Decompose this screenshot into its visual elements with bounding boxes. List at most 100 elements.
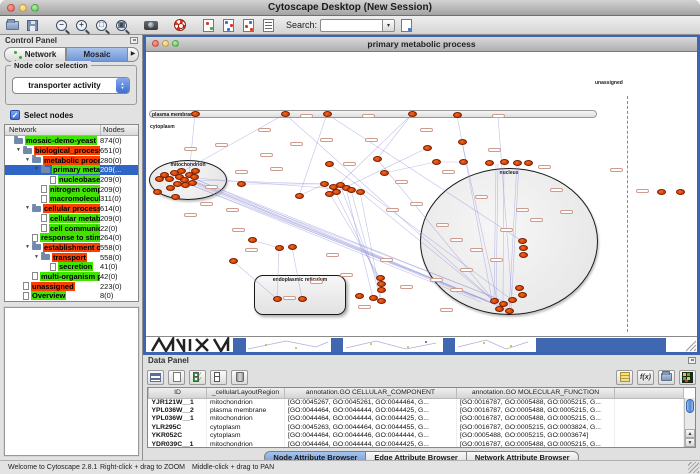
table-row[interactable]: YDR039C__1mitochondrion[GO:0044464, GO:0… bbox=[149, 440, 684, 448]
network-node[interactable] bbox=[423, 145, 432, 151]
network-node[interactable] bbox=[657, 189, 666, 195]
network-node[interactable] bbox=[325, 161, 334, 167]
tree-row[interactable]: mosaic-demo-yeast874(0) bbox=[5, 136, 138, 146]
expander-icon[interactable]: ▼ bbox=[25, 156, 32, 165]
save-session-icon[interactable] bbox=[24, 17, 41, 33]
scrollbar-thumb[interactable] bbox=[686, 399, 694, 413]
expander-icon[interactable]: ▼ bbox=[25, 243, 32, 252]
scroll-up-icon[interactable]: ▲ bbox=[685, 429, 695, 438]
network-node[interactable] bbox=[273, 296, 282, 302]
network-node[interactable] bbox=[676, 189, 685, 195]
tree-row[interactable]: secretion41(0) bbox=[5, 262, 138, 272]
table-row[interactable]: YKR052Ccytoplasm[GO:0044464, GO:0044446,… bbox=[149, 432, 684, 440]
select-attributes-icon[interactable]: ✓✓ bbox=[189, 370, 206, 385]
delete-attribute-icon[interactable] bbox=[231, 370, 248, 385]
network-node[interactable] bbox=[518, 238, 527, 244]
network-node[interactable] bbox=[355, 293, 364, 299]
network-node[interactable] bbox=[380, 170, 389, 176]
tree-row[interactable]: ▼establishment of lo558(0) bbox=[5, 243, 138, 253]
network-node[interactable] bbox=[458, 139, 467, 145]
table-row[interactable]: YJR121W__1mitochondrion[GO:0045267, GO:0… bbox=[149, 398, 684, 406]
tree-row[interactable]: response to stimulu264(0) bbox=[5, 233, 138, 243]
tree-row[interactable]: macromolecule311(0) bbox=[5, 194, 138, 204]
tree-row[interactable]: ▼biological_process651(0) bbox=[5, 146, 138, 156]
network-view-titlebar[interactable]: primary metabolic process bbox=[146, 37, 697, 52]
network-node[interactable] bbox=[298, 296, 307, 302]
network-node[interactable] bbox=[432, 159, 441, 165]
snapshot-camera-icon[interactable] bbox=[142, 17, 159, 33]
expander-icon[interactable]: ▼ bbox=[25, 204, 32, 213]
network-node[interactable] bbox=[171, 194, 180, 200]
network-node[interactable] bbox=[275, 245, 284, 251]
network-node[interactable] bbox=[295, 193, 304, 199]
formula-icon[interactable]: f(x) bbox=[637, 370, 654, 385]
network-node[interactable] bbox=[505, 308, 514, 314]
network-node[interactable] bbox=[519, 252, 528, 258]
table-row[interactable]: YLR295Ccytoplasm[GO:0045263, GO:0044464,… bbox=[149, 423, 684, 431]
table-row[interactable]: YPL036W__1mitochondrion[GO:0044464, GO:0… bbox=[149, 415, 684, 423]
expander-icon[interactable]: ▼ bbox=[34, 165, 41, 174]
network-node[interactable] bbox=[373, 156, 382, 162]
network-node[interactable] bbox=[519, 245, 528, 251]
expander-icon[interactable]: ▼ bbox=[16, 146, 23, 155]
network-node[interactable] bbox=[495, 306, 504, 312]
node-color-dropdown[interactable]: transporter activity ▲▼ bbox=[12, 77, 130, 94]
network-node[interactable] bbox=[166, 185, 175, 191]
annotation-page-icon[interactable] bbox=[260, 17, 277, 33]
network-node[interactable] bbox=[320, 181, 329, 187]
float-dock-icon[interactable] bbox=[130, 37, 138, 44]
tree-row[interactable]: ▼primary metabo209(... bbox=[5, 165, 138, 175]
matrix-icon[interactable] bbox=[679, 370, 696, 385]
tree-row[interactable]: nitrogen compo209(0) bbox=[5, 184, 138, 194]
network-node[interactable] bbox=[288, 244, 297, 250]
network-node[interactable] bbox=[323, 111, 332, 117]
network-node[interactable] bbox=[281, 111, 290, 117]
tree-row[interactable]: multi-organism pro42(0) bbox=[5, 272, 138, 282]
expander-icon[interactable]: ▼ bbox=[34, 253, 41, 262]
select-nodes-checkbox[interactable]: ✓ bbox=[10, 110, 20, 120]
birdseye-view-panel[interactable] bbox=[4, 307, 139, 456]
network-node[interactable] bbox=[153, 189, 162, 195]
birdseye-view-icon[interactable] bbox=[200, 17, 217, 33]
network-node[interactable] bbox=[408, 111, 417, 117]
unselect-attributes-icon[interactable] bbox=[210, 370, 227, 385]
network-node[interactable] bbox=[356, 189, 365, 195]
network-node[interactable] bbox=[490, 298, 499, 304]
zoom-fit-icon[interactable]: ▣ bbox=[113, 17, 130, 33]
import-attributes-icon[interactable] bbox=[658, 370, 675, 385]
tree-row[interactable]: cellular metabol209(0) bbox=[5, 214, 138, 224]
tree-header-nodes[interactable]: Nodes bbox=[101, 125, 138, 135]
network-node[interactable] bbox=[237, 181, 246, 187]
tab-overflow-arrow-icon[interactable]: ▶ bbox=[128, 47, 139, 62]
tree-row[interactable]: ▼metabolic process280(0) bbox=[5, 155, 138, 165]
network-node[interactable] bbox=[518, 292, 527, 298]
network-node[interactable] bbox=[177, 168, 186, 174]
help-lifering-icon[interactable] bbox=[171, 17, 188, 33]
layout-nodes-icon[interactable] bbox=[220, 17, 237, 33]
new-attribute-icon[interactable] bbox=[168, 370, 185, 385]
layout-edges-icon[interactable] bbox=[240, 17, 257, 33]
advanced-search-icon[interactable] bbox=[398, 17, 415, 33]
open-session-icon[interactable] bbox=[4, 17, 21, 33]
network-canvas[interactable]: plasma membranecytoplasmmitochondrionnuc… bbox=[146, 52, 697, 336]
search-dropdown-icon[interactable]: ▾ bbox=[382, 19, 395, 32]
tree-header-network[interactable]: Network bbox=[5, 125, 101, 135]
network-node[interactable] bbox=[508, 297, 517, 303]
zoom-in-icon[interactable]: + bbox=[73, 17, 90, 33]
network-node[interactable] bbox=[500, 159, 509, 165]
tree-row[interactable]: cell communicat22(0) bbox=[5, 223, 138, 233]
tree-row[interactable]: ▼cellular process614(0) bbox=[5, 204, 138, 214]
network-node[interactable] bbox=[191, 111, 200, 117]
network-node[interactable] bbox=[347, 187, 356, 193]
network-node[interactable] bbox=[188, 180, 197, 186]
column-header[interactable]: _cellularLayoutRegion bbox=[207, 388, 285, 398]
column-header[interactable]: annotation.GO MOLECULAR_FUNCTION bbox=[457, 388, 615, 398]
float-dock-icon[interactable] bbox=[688, 357, 696, 364]
search-input[interactable] bbox=[320, 19, 382, 32]
tree-row[interactable]: ▼transport558(0) bbox=[5, 252, 138, 262]
network-node[interactable] bbox=[485, 160, 494, 166]
tab-mosaic[interactable]: Mosaic bbox=[66, 47, 128, 62]
scroll-down-icon[interactable]: ▼ bbox=[685, 438, 695, 447]
network-node[interactable] bbox=[515, 285, 524, 291]
column-header[interactable]: annotation.GO CELLULAR_COMPONENT bbox=[285, 388, 457, 398]
